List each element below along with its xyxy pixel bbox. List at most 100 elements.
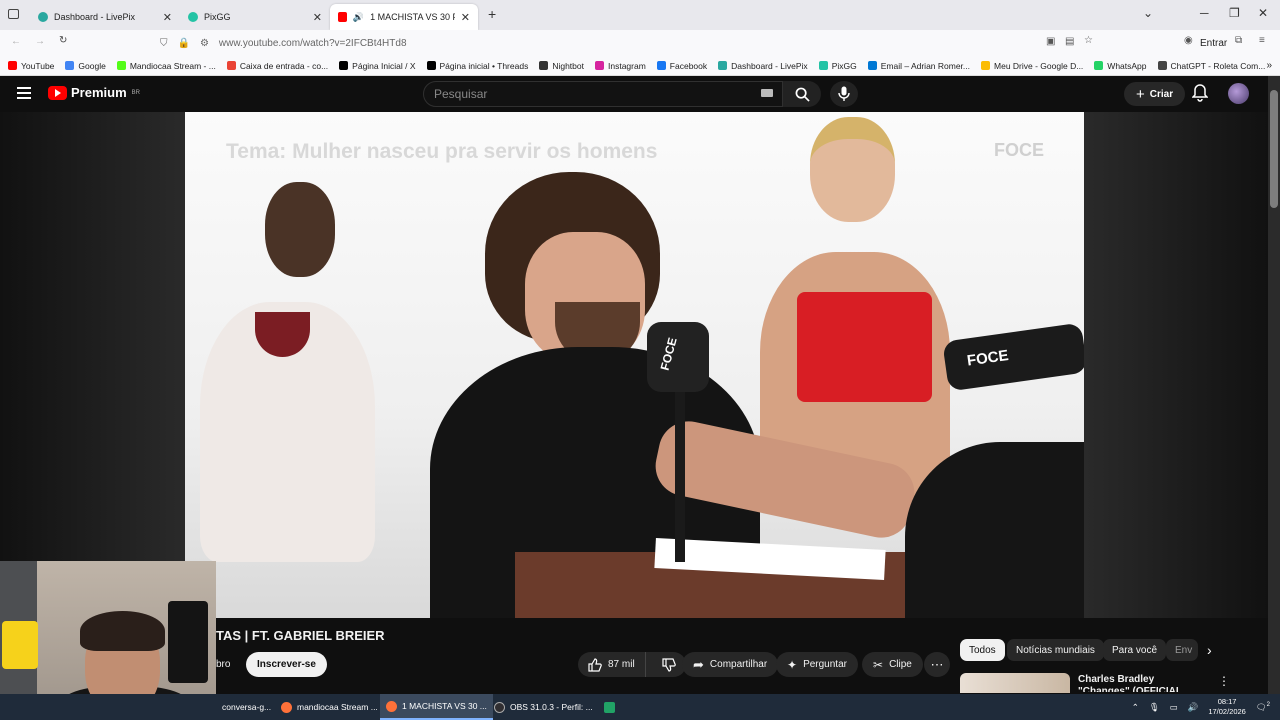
sparkle-icon: ✦ (787, 657, 798, 672)
bookmark-item[interactable]: ChatGPT - Roleta Com... (1157, 61, 1265, 71)
page-scrollbar[interactable] (1268, 76, 1280, 694)
close-icon[interactable]: ✕ (461, 11, 470, 24)
screenshot-icon[interactable]: ▣ (1046, 36, 1055, 47)
like-button[interactable]: 87 mil (578, 652, 646, 677)
create-button[interactable]: + Criar (1124, 82, 1186, 106)
chevron-up-icon[interactable]: ⌃ (1132, 702, 1139, 713)
region-code: BR (131, 89, 140, 96)
clip-button[interactable]: ✂ Clipe (862, 652, 923, 677)
bookmarks-bar: YouTube Google Mandiocaa Stream - ... Caixa… (0, 56, 1280, 76)
reload-icon[interactable]: ↻ (59, 35, 67, 46)
reader-icon[interactable]: ▤ (1065, 36, 1074, 47)
maximize-icon[interactable]: ❐ (1229, 6, 1240, 20)
bookmarks-overflow-icon[interactable]: » (1266, 60, 1272, 71)
tab-youtube-video[interactable]: 🔊 1 MACHISTA VS 30 FEMINI ✕ (330, 4, 478, 30)
clock[interactable]: 08:17 17/02/2026 (1208, 697, 1246, 717)
bookmark-item[interactable]: Instagram (595, 61, 646, 71)
taskbar-item[interactable] (598, 694, 621, 720)
taskbar-item-label: conversa-g... (222, 702, 272, 712)
youtube-header: Premium BR Pesquisar + Criar (0, 76, 1268, 112)
youtube-logo[interactable]: Premium BR (48, 85, 140, 100)
volume-icon[interactable]: 🔊 (1188, 702, 1199, 713)
bookmark-star-icon[interactable]: ☆ (1084, 35, 1093, 46)
search-input[interactable]: Pesquisar (423, 81, 783, 107)
lock-icon[interactable]: 🔒 (178, 38, 190, 49)
back-icon[interactable]: ← (11, 36, 21, 47)
new-tab-button[interactable]: + (488, 6, 496, 22)
bookmark-item[interactable]: Página inicial • Threads (426, 60, 529, 71)
close-icon[interactable]: ✕ (313, 11, 322, 24)
forward-icon[interactable]: → (35, 36, 45, 47)
ambient-left (0, 112, 185, 618)
bookmark-favicon-icon (818, 61, 828, 70)
shield-icon[interactable]: ⛉ (160, 38, 168, 49)
youtube-play-icon (48, 85, 67, 100)
person-left-head (265, 182, 335, 277)
tab-dropdown-icon[interactable]: ⌄ (1143, 6, 1153, 20)
taskbar-item-active[interactable]: 1 MACHISTA VS 30 ... (380, 694, 493, 720)
extensions-icon[interactable]: ⧉ (1235, 35, 1242, 46)
url-text[interactable]: www.youtube.com/watch?v=2IFCBt4HTd8 (219, 38, 407, 49)
bookmark-item[interactable]: WhatsApp (1094, 61, 1147, 71)
microphone-icon[interactable]: 🎙 (1149, 702, 1160, 713)
mic-brand-label: FOCE (657, 336, 680, 372)
taskbar-item[interactable]: mandiocaa Stream ... (275, 694, 384, 720)
search-button[interactable] (783, 81, 821, 107)
hamburger-icon[interactable] (17, 87, 31, 99)
avatar[interactable] (1228, 83, 1249, 104)
dislike-button[interactable] (652, 657, 686, 672)
voice-search-button[interactable] (830, 81, 858, 107)
membership-button[interactable]: bro (216, 655, 230, 670)
bookmark-item[interactable]: YouTube (8, 61, 54, 71)
tab-list-icon[interactable] (8, 9, 19, 19)
bookmark-item[interactable]: Página Inicial / X (339, 61, 416, 71)
scrollbar-thumb[interactable] (1270, 90, 1278, 208)
signin-button[interactable]: Entrar (1200, 38, 1227, 49)
chip-sent[interactable]: Env (1166, 639, 1198, 661)
chip-world-news[interactable]: Notícias mundiais (1007, 639, 1104, 661)
minimize-icon[interactable]: ─ (1200, 6, 1209, 20)
permissions-icon[interactable]: ⚙ (200, 38, 209, 49)
video-frame[interactable]: FOCE FOCE Tema: Mulher nasceu pra servir… (185, 112, 1084, 618)
bookmark-item[interactable]: Google (65, 61, 106, 71)
chevron-right-icon[interactable]: › (1207, 642, 1212, 658)
taskbar-item[interactable]: OBS 31.0.3 - Perfil: ... (488, 694, 599, 720)
bookmark-label: Facebook (669, 60, 708, 71)
menu-icon[interactable]: ≡ (1259, 35, 1265, 46)
taskbar-item[interactable]: conversa-g... (216, 694, 277, 720)
more-actions-button[interactable]: ⋯ (924, 652, 950, 677)
network-icon[interactable]: ▭ (1170, 702, 1178, 713)
chip-all[interactable]: Todos (960, 639, 1005, 661)
bookmark-item[interactable]: Email – Adrian Romer... (867, 61, 970, 71)
scissors-icon: ✂ (873, 657, 884, 672)
bookmark-item[interactable]: Meu Drive - Google D... (981, 61, 1083, 71)
clip-label: Clipe (889, 659, 912, 670)
keyboard-icon[interactable] (761, 89, 773, 97)
subscribe-button[interactable]: Inscrever-se (246, 652, 327, 677)
bookmark-label: Página inicial • Threads (439, 60, 529, 71)
address-bar[interactable]: ⛉ 🔒 ⚙ www.youtube.com/watch?v=2IFCBt4HTd… (150, 33, 1100, 53)
chip-for-you[interactable]: Para você (1103, 639, 1167, 661)
bookmark-item[interactable]: Mandiocaa Stream - ... (116, 61, 216, 71)
bookmark-item[interactable]: PixGG (818, 61, 857, 71)
recommendation-thumbnail[interactable] (960, 673, 1070, 693)
ask-button[interactable]: ✦ Perguntar (776, 652, 858, 677)
window-close-icon[interactable]: ✕ (1258, 6, 1268, 20)
recommendation-title[interactable]: Charles Bradley "Changes" (OFFICIAL VIDE… (1078, 674, 1208, 692)
share-label: Compartilhar (709, 659, 768, 670)
recommendation-menu-icon[interactable]: ⋮ (1218, 674, 1230, 688)
tab-label: Dashboard - LivePix (54, 12, 136, 22)
bookmark-item[interactable]: Nightbot (539, 61, 584, 71)
tab-pixgg[interactable]: PixGG ✕ (180, 4, 330, 30)
bell-icon[interactable] (1192, 84, 1208, 102)
share-button[interactable]: ➦ Compartilhar (682, 652, 779, 677)
bookmark-item[interactable]: Facebook (656, 60, 708, 71)
video-player[interactable]: FOCE FOCE Tema: Mulher nasceu pra servir… (0, 112, 1268, 618)
account-icon[interactable]: ◉ (1184, 35, 1193, 46)
speaker-icon[interactable]: 🔊 (353, 12, 364, 23)
tab-livepix[interactable]: Dashboard - LivePix ✕ (30, 4, 180, 30)
bookmark-item[interactable]: Caixa de entrada - co... (226, 61, 328, 71)
notification-icon[interactable]: 🗨2 (1256, 702, 1270, 713)
bookmark-item[interactable]: Dashboard - LivePix (718, 61, 808, 71)
close-icon[interactable]: ✕ (163, 11, 172, 24)
